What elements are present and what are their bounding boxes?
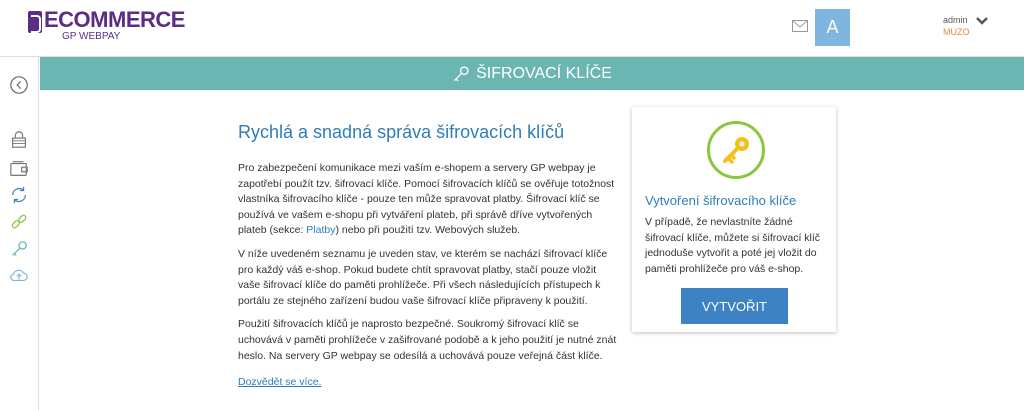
card-title: Vytvoření šifrovacího klíče bbox=[645, 193, 797, 208]
logo-mark-icon bbox=[28, 11, 42, 33]
page-titlebar: ŠIFROVACÍ KLÍČE bbox=[40, 57, 1024, 90]
lock-icon[interactable] bbox=[8, 129, 30, 149]
avatar[interactable]: A bbox=[815, 9, 850, 46]
logo-main-text: ECOMMERCE bbox=[44, 7, 185, 32]
wallet-icon[interactable] bbox=[8, 159, 30, 179]
avatar-letter: A bbox=[826, 17, 839, 37]
intro-paragraph-2: V níže uvedeném seznamu je uveden stav, … bbox=[238, 247, 608, 307]
logo[interactable]: ECOMMERCE GP WEBPAY bbox=[28, 8, 185, 42]
create-button[interactable]: VYTVOŘIT bbox=[681, 288, 788, 324]
key-icon[interactable] bbox=[8, 239, 30, 259]
user-menu[interactable]: admin MUZO bbox=[943, 14, 970, 38]
header: ECOMMERCE GP WEBPAY A admin MUZO bbox=[0, 0, 1024, 56]
learn-more-link[interactable]: Dozvědět se více. bbox=[238, 376, 321, 388]
user-name: admin bbox=[943, 15, 968, 25]
refresh-icon[interactable] bbox=[8, 185, 30, 205]
mail-icon[interactable] bbox=[792, 20, 808, 32]
intro-section: Rychlá a snadná správa šifrovacích klíčů… bbox=[238, 122, 618, 390]
payments-link[interactable]: Platby bbox=[306, 224, 335, 236]
key-icon bbox=[723, 137, 749, 164]
intro-heading: Rychlá a snadná správa šifrovacích klíčů bbox=[238, 122, 565, 142]
user-org: MUZO bbox=[943, 27, 970, 37]
card-description: V případě, že nevlastníte žádné šifrovac… bbox=[645, 216, 821, 275]
logo-sub-text: GP WEBPAY bbox=[62, 31, 121, 42]
cloud-upload-icon[interactable] bbox=[8, 265, 30, 285]
intro-paragraph-3: Použití šifrovacích klíčů je naprosto be… bbox=[238, 318, 617, 362]
create-key-card: Vytvoření šifrovacího klíče V případě, ž… bbox=[632, 107, 836, 332]
intro-paragraph-1: Pro zabezpečení komunikace mezi vaším e-… bbox=[238, 162, 615, 237]
sidebar bbox=[0, 57, 39, 410]
key-badge bbox=[707, 121, 765, 179]
key-icon bbox=[454, 65, 469, 81]
link-icon[interactable] bbox=[8, 212, 30, 232]
chevron-down-icon[interactable] bbox=[976, 16, 988, 26]
back-icon[interactable] bbox=[8, 75, 30, 95]
page-title: ŠIFROVACÍ KLÍČE bbox=[476, 64, 612, 82]
